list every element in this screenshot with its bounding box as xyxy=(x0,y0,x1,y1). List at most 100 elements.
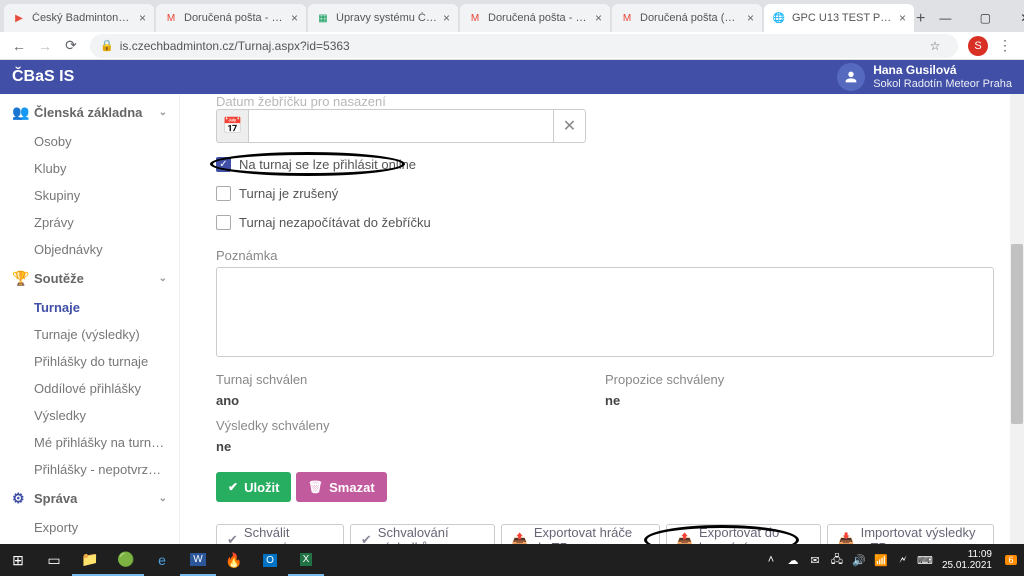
menu-button[interactable]: ⋮ xyxy=(992,33,1018,59)
sidebar-item-osoby[interactable]: Osoby xyxy=(0,128,179,155)
favicon-icon: ▶ xyxy=(12,11,26,25)
outlook-button[interactable]: O xyxy=(252,544,288,576)
browser-tab[interactable]: M Doručená pošta - stk@ × xyxy=(156,4,306,32)
export-icon: 📤 xyxy=(677,532,693,544)
gmail-icon: M xyxy=(620,11,634,25)
browser-tab[interactable]: M Doručená pošta - musi × xyxy=(460,4,610,32)
sidebar-group-members[interactable]: 👥 Členská základna ⌄ xyxy=(0,97,179,128)
forward-button[interactable]: → xyxy=(32,33,58,59)
export-draw-button[interactable]: 📤 Exportovat do losování xyxy=(666,524,822,544)
close-icon[interactable]: × xyxy=(747,12,754,24)
sidebar-group-label: Správa xyxy=(34,491,77,506)
export-players-button[interactable]: 📤 Exportovat hráče do TP xyxy=(501,524,660,544)
propozice-approved-label: Propozice schváleny xyxy=(605,372,994,387)
explorer-button[interactable]: 📁 xyxy=(72,544,108,576)
close-icon[interactable]: × xyxy=(595,12,602,24)
approve-propozice-button[interactable]: ✔ Schválit propozice xyxy=(216,524,344,544)
sidebar-item-zpravy[interactable]: Zprávy xyxy=(0,209,179,236)
edge-button[interactable]: e xyxy=(144,544,180,576)
close-icon[interactable]: × xyxy=(139,12,146,24)
sidebar-item-prihlasky-nepotvrz[interactable]: Přihlášky - nepotvrzení ... xyxy=(0,456,179,483)
tab-title: GPC U13 TEST Praha - G xyxy=(792,12,893,24)
new-tab-button[interactable]: + xyxy=(916,6,925,32)
sidebar-item-turnaje[interactable]: Turnaje xyxy=(0,294,179,321)
sheets-icon: ▦ xyxy=(316,11,330,25)
maximize-button[interactable]: ▢ xyxy=(965,4,1005,32)
start-button[interactable]: ⊞ xyxy=(0,544,36,576)
tab-title: Doručená pošta - stk@ xyxy=(184,12,285,24)
excel-button[interactable]: X xyxy=(288,544,324,576)
sidebar-item-kluby[interactable]: Kluby xyxy=(0,155,179,182)
tray-onedrive-icon[interactable]: ☁ xyxy=(782,554,804,567)
sidebar-group-label: Členská základna xyxy=(34,105,142,120)
browser-tab[interactable]: ▶ Český Badmintonový S × xyxy=(4,4,154,32)
browser-tab[interactable]: M Doručená pošta (93) - h × xyxy=(612,4,762,32)
browser-tab[interactable]: ▦ Úpravy systému ČBaS × xyxy=(308,4,458,32)
approve-vysledky-label: Schvalování výsledků xyxy=(378,525,484,544)
sidebar-group-souteze[interactable]: 🏆 Soutěže ⌄ xyxy=(0,263,179,294)
date-input[interactable] xyxy=(248,109,554,143)
export-players-label: Exportovat hráče do TP xyxy=(534,525,649,544)
sidebar-item-objednavky[interactable]: Objednávky xyxy=(0,236,179,263)
sidebar-item-prihlasky[interactable]: Přihlášky do turnaje xyxy=(0,348,179,375)
firefox-button[interactable]: 🔥 xyxy=(216,544,252,576)
sidebar-item-me-prihlasky[interactable]: Mé přihlášky na turnaje xyxy=(0,429,179,456)
tray-volume-icon[interactable]: 🔊 xyxy=(848,554,870,567)
sidebar-item-turnaje-vysledky[interactable]: Turnaje (výsledky) xyxy=(0,321,179,348)
checkbox-cancelled[interactable] xyxy=(216,186,231,201)
excel-icon: X xyxy=(300,553,313,566)
word-button[interactable]: W xyxy=(180,544,216,576)
propozice-approved-value: ne xyxy=(605,393,994,408)
scrollbar[interactable] xyxy=(1010,94,1024,544)
address-bar[interactable]: 🔒 is.czechbadminton.cz/Turnaj.aspx?id=53… xyxy=(90,34,958,58)
sidebar-item-oddilove[interactable]: Oddílové přihlášky xyxy=(0,375,179,402)
checkbox-cancelled-row[interactable]: Turnaj je zrušený xyxy=(216,186,994,201)
note-textarea[interactable] xyxy=(216,267,994,357)
checkbox-norank[interactable] xyxy=(216,215,231,230)
word-icon: W xyxy=(190,553,205,566)
app-header: ČBaS IS Hana Gusilová Sokol Radotín Mete… xyxy=(0,60,1024,94)
check-circle-icon: ✔ xyxy=(361,532,372,544)
tray-notifications[interactable]: 6 xyxy=(998,555,1024,566)
folder-icon: 📁 xyxy=(81,551,98,568)
user-menu[interactable]: Hana Gusilová Sokol Radotín Meteor Praha xyxy=(837,63,1012,91)
tray-wifi-icon[interactable]: 📶 xyxy=(870,554,892,567)
sidebar-item-exporty[interactable]: Exporty xyxy=(0,514,179,541)
close-window-button[interactable]: ✕ xyxy=(1005,4,1024,32)
clear-date-button[interactable]: ✕ xyxy=(554,109,586,143)
delete-button[interactable]: 🗑 Smazat xyxy=(296,472,387,502)
checkbox-norank-row[interactable]: Turnaj nezapočítávat do žebříčku xyxy=(216,215,994,230)
close-icon[interactable]: × xyxy=(443,12,450,24)
note-label: Poznámka xyxy=(216,248,994,263)
bookmark-icon[interactable]: ☆ xyxy=(922,39,948,53)
system-tray: ˄ ☁ ✉ 🖧 🔊 📶 🗲 ⌨ 11:09 25.01.2021 6 xyxy=(760,549,1024,571)
tray-clock[interactable]: 11:09 25.01.2021 xyxy=(936,549,998,571)
browser-tab-active[interactable]: 🌐 GPC U13 TEST Praha - G × xyxy=(764,4,914,32)
tray-keyboard-icon[interactable]: ⌨ xyxy=(914,554,936,567)
reload-button[interactable]: ⟳ xyxy=(58,33,84,59)
turnaj-approved-label: Turnaj schválen xyxy=(216,372,605,387)
back-button[interactable]: ← xyxy=(6,33,32,59)
vysledky-approved-value: ne xyxy=(216,439,994,454)
chrome-button[interactable]: 🟢 xyxy=(108,544,144,576)
checkbox-online-row[interactable]: ✓ Na turnaj se lze přihlásit online xyxy=(216,157,994,172)
save-button[interactable]: ✔ Uložit xyxy=(216,472,291,502)
minimize-button[interactable]: — xyxy=(925,4,965,32)
tray-message-icon[interactable]: ✉ xyxy=(804,554,826,567)
tray-battery-icon[interactable]: 🗲 xyxy=(892,554,914,567)
import-results-button[interactable]: 📥 Importovat výsledky z TP xyxy=(827,524,994,544)
calendar-icon[interactable]: 📅 xyxy=(216,109,248,143)
tray-chevron-icon[interactable]: ˄ xyxy=(760,554,782,566)
close-icon[interactable]: × xyxy=(291,12,298,24)
approve-vysledky-button[interactable]: ✔ Schvalování výsledků xyxy=(350,524,495,544)
sidebar-group-sprava[interactable]: ⚙ Správa ⌄ xyxy=(0,483,179,514)
export-icon: 📤 xyxy=(512,532,528,544)
edge-icon: e xyxy=(158,552,166,568)
sidebar-item-skupiny[interactable]: Skupiny xyxy=(0,182,179,209)
profile-avatar[interactable]: S xyxy=(968,36,988,56)
sidebar-item-vysledky[interactable]: Výsledky xyxy=(0,402,179,429)
scroll-thumb[interactable] xyxy=(1011,244,1023,424)
close-icon[interactable]: × xyxy=(899,12,906,24)
tray-network-icon[interactable]: 🖧 xyxy=(826,551,848,570)
taskview-button[interactable]: ▭ xyxy=(36,544,72,576)
